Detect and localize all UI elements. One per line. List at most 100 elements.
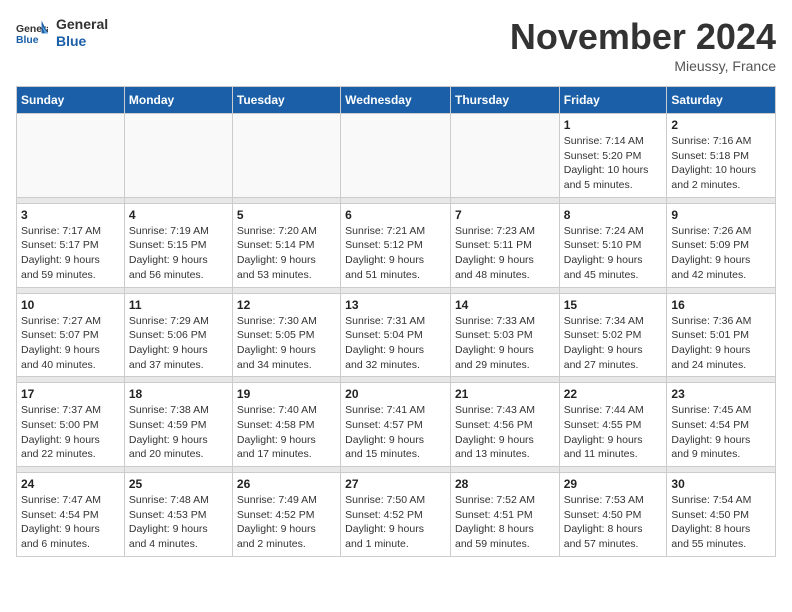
day-info: Sunrise: 7:30 AM Sunset: 5:05 PM Dayligh… — [237, 314, 336, 373]
day-number: 20 — [345, 387, 446, 401]
calendar-cell: 10 Sunrise: 7:27 AM Sunset: 5:07 PM Dayli… — [17, 293, 125, 377]
day-info: Sunrise: 7:19 AM Sunset: 5:15 PM Dayligh… — [129, 224, 228, 283]
calendar-cell: 15Sunrise: 7:34 AM Sunset: 5:02 PM Dayli… — [559, 293, 667, 377]
day-number: 24 — [21, 477, 120, 491]
calendar-cell — [124, 114, 232, 198]
day-number: 28 — [455, 477, 555, 491]
day-number: 29 — [564, 477, 663, 491]
weekday-header-thursday: Thursday — [450, 87, 559, 114]
logo: General Blue General Blue — [16, 16, 108, 50]
day-info: Sunrise: 7:26 AM Sunset: 5:09 PM Dayligh… — [671, 224, 771, 283]
calendar-cell: 18 Sunrise: 7:38 AM Sunset: 4:59 PM Dayli… — [124, 383, 232, 467]
day-number: 6 — [345, 208, 446, 222]
day-info: Sunrise: 7:38 AM Sunset: 4:59 PM Dayligh… — [129, 403, 228, 462]
calendar-cell: 7 Sunrise: 7:23 AM Sunset: 5:11 PM Daylig… — [450, 203, 559, 287]
day-info: Sunrise: 7:36 AM Sunset: 5:01 PM Dayligh… — [671, 314, 771, 373]
day-number: 5 — [237, 208, 336, 222]
logo-blue-text: Blue — [56, 33, 108, 50]
day-info: Sunrise: 7:14 AM Sunset: 5:20 PM Dayligh… — [564, 134, 663, 193]
day-number: 27 — [345, 477, 446, 491]
calendar-cell: 6 Sunrise: 7:21 AM Sunset: 5:12 PM Daylig… — [341, 203, 451, 287]
day-info: Sunrise: 7:50 AM Sunset: 4:52 PM Dayligh… — [345, 493, 446, 552]
day-info: Sunrise: 7:34 AM Sunset: 5:02 PM Dayligh… — [564, 314, 663, 373]
calendar-cell: 23 Sunrise: 7:45 AM Sunset: 4:54 PM Dayli… — [667, 383, 776, 467]
calendar-cell: 27 Sunrise: 7:50 AM Sunset: 4:52 PM Dayli… — [341, 473, 451, 557]
calendar-cell: 5 Sunrise: 7:20 AM Sunset: 5:14 PM Daylig… — [232, 203, 340, 287]
day-number: 23 — [671, 387, 771, 401]
calendar: SundayMondayTuesdayWednesdayThursdayFrid… — [16, 86, 776, 557]
day-number: 25 — [129, 477, 228, 491]
day-info: Sunrise: 7:33 AM Sunset: 5:03 PM Dayligh… — [455, 314, 555, 373]
calendar-cell: 2 Sunrise: 7:16 AM Sunset: 5:18 PM Daylig… — [667, 114, 776, 198]
day-info: Sunrise: 7:48 AM Sunset: 4:53 PM Dayligh… — [129, 493, 228, 552]
day-number: 21 — [455, 387, 555, 401]
day-number: 13 — [345, 298, 446, 312]
day-info: Sunrise: 7:23 AM Sunset: 5:11 PM Dayligh… — [455, 224, 555, 283]
calendar-cell: 25 Sunrise: 7:48 AM Sunset: 4:53 PM Dayli… — [124, 473, 232, 557]
calendar-cell: 30 Sunrise: 7:54 AM Sunset: 4:50 PM Dayli… — [667, 473, 776, 557]
month-title: November 2024 — [510, 16, 776, 58]
day-number: 4 — [129, 208, 228, 222]
day-info: Sunrise: 7:45 AM Sunset: 4:54 PM Dayligh… — [671, 403, 771, 462]
day-info: Sunrise: 7:21 AM Sunset: 5:12 PM Dayligh… — [345, 224, 446, 283]
calendar-cell: 11 Sunrise: 7:29 AM Sunset: 5:06 PM Dayli… — [124, 293, 232, 377]
day-number: 1 — [564, 118, 663, 132]
day-info: Sunrise: 7:24 AM Sunset: 5:10 PM Dayligh… — [564, 224, 663, 283]
calendar-cell: 1 Sunrise: 7:14 AM Sunset: 5:20 PM Daylig… — [559, 114, 667, 198]
calendar-cell: 17 Sunrise: 7:37 AM Sunset: 5:00 PM Dayli… — [17, 383, 125, 467]
day-info: Sunrise: 7:54 AM Sunset: 4:50 PM Dayligh… — [671, 493, 771, 552]
day-info: Sunrise: 7:53 AM Sunset: 4:50 PM Dayligh… — [564, 493, 663, 552]
calendar-cell: 4 Sunrise: 7:19 AM Sunset: 5:15 PM Daylig… — [124, 203, 232, 287]
day-info: Sunrise: 7:27 AM Sunset: 5:07 PM Dayligh… — [21, 314, 120, 373]
calendar-cell: 28 Sunrise: 7:52 AM Sunset: 4:51 PM Dayli… — [450, 473, 559, 557]
day-info: Sunrise: 7:49 AM Sunset: 4:52 PM Dayligh… — [237, 493, 336, 552]
calendar-cell: 19 Sunrise: 7:40 AM Sunset: 4:58 PM Dayli… — [232, 383, 340, 467]
calendar-cell: 22 Sunrise: 7:44 AM Sunset: 4:55 PM Dayli… — [559, 383, 667, 467]
weekday-header-tuesday: Tuesday — [232, 87, 340, 114]
day-info: Sunrise: 7:17 AM Sunset: 5:17 PM Dayligh… — [21, 224, 120, 283]
day-number: 8 — [564, 208, 663, 222]
day-info: Sunrise: 7:43 AM Sunset: 4:56 PM Dayligh… — [455, 403, 555, 462]
day-info: Sunrise: 7:37 AM Sunset: 5:00 PM Dayligh… — [21, 403, 120, 462]
weekday-header-sunday: Sunday — [17, 87, 125, 114]
calendar-cell — [232, 114, 340, 198]
weekday-header-saturday: Saturday — [667, 87, 776, 114]
logo-general-text: General — [56, 16, 108, 33]
calendar-cell: 14Sunrise: 7:33 AM Sunset: 5:03 PM Dayli… — [450, 293, 559, 377]
day-number: 2 — [671, 118, 771, 132]
day-number: 18 — [129, 387, 228, 401]
calendar-cell: 24Sunrise: 7:47 AM Sunset: 4:54 PM Dayli… — [17, 473, 125, 557]
day-info: Sunrise: 7:20 AM Sunset: 5:14 PM Dayligh… — [237, 224, 336, 283]
day-number: 16 — [671, 298, 771, 312]
day-number: 22 — [564, 387, 663, 401]
day-number: 7 — [455, 208, 555, 222]
calendar-cell: 12 Sunrise: 7:30 AM Sunset: 5:05 PM Dayli… — [232, 293, 340, 377]
calendar-cell — [17, 114, 125, 198]
calendar-cell: 29 Sunrise: 7:53 AM Sunset: 4:50 PM Dayli… — [559, 473, 667, 557]
calendar-cell: 26Sunrise: 7:49 AM Sunset: 4:52 PM Dayli… — [232, 473, 340, 557]
calendar-cell: 21 Sunrise: 7:43 AM Sunset: 4:56 PM Dayli… — [450, 383, 559, 467]
svg-text:Blue: Blue — [16, 35, 39, 46]
calendar-cell — [450, 114, 559, 198]
calendar-cell: 16 Sunrise: 7:36 AM Sunset: 5:01 PM Dayli… — [667, 293, 776, 377]
location: Mieussy, France — [510, 58, 776, 74]
day-info: Sunrise: 7:52 AM Sunset: 4:51 PM Dayligh… — [455, 493, 555, 552]
day-number: 12 — [237, 298, 336, 312]
day-info: Sunrise: 7:16 AM Sunset: 5:18 PM Dayligh… — [671, 134, 771, 193]
day-number: 17 — [21, 387, 120, 401]
day-number: 11 — [129, 298, 228, 312]
calendar-cell — [341, 114, 451, 198]
day-number: 30 — [671, 477, 771, 491]
header: General Blue General Blue November 2024 … — [16, 16, 776, 74]
day-info: Sunrise: 7:29 AM Sunset: 5:06 PM Dayligh… — [129, 314, 228, 373]
weekday-header-monday: Monday — [124, 87, 232, 114]
day-info: Sunrise: 7:41 AM Sunset: 4:57 PM Dayligh… — [345, 403, 446, 462]
day-number: 3 — [21, 208, 120, 222]
day-info: Sunrise: 7:40 AM Sunset: 4:58 PM Dayligh… — [237, 403, 336, 462]
day-number: 19 — [237, 387, 336, 401]
calendar-cell: 3 Sunrise: 7:17 AM Sunset: 5:17 PM Daylig… — [17, 203, 125, 287]
day-info: Sunrise: 7:44 AM Sunset: 4:55 PM Dayligh… — [564, 403, 663, 462]
calendar-cell: 20 Sunrise: 7:41 AM Sunset: 4:57 PM Dayli… — [341, 383, 451, 467]
calendar-cell: 13Sunrise: 7:31 AM Sunset: 5:04 PM Dayli… — [341, 293, 451, 377]
day-number: 10 — [21, 298, 120, 312]
